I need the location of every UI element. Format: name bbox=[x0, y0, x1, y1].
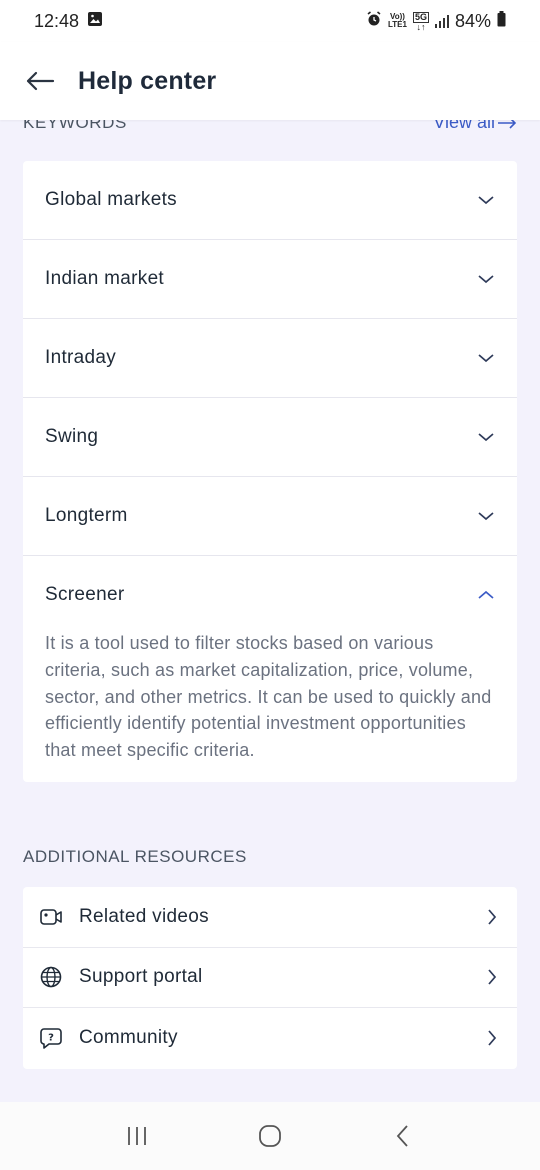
resources-label: ADDITIONAL RESOURCES bbox=[23, 847, 247, 866]
chevron-down-icon bbox=[478, 433, 494, 442]
alarm-icon bbox=[366, 10, 382, 32]
accordion-item-screener[interactable]: Screener It is a tool used to filter sto… bbox=[23, 556, 517, 782]
network-type: 5G bbox=[412, 11, 429, 23]
accordion-header[interactable]: Screener bbox=[23, 556, 517, 634]
recent-apps-icon bbox=[127, 1127, 146, 1145]
network-indicator: 5G ↓↑ bbox=[412, 11, 429, 32]
video-icon bbox=[40, 906, 62, 928]
accordion-header[interactable]: Intraday bbox=[23, 319, 517, 397]
accordion-item-global-markets[interactable]: Global markets bbox=[23, 161, 517, 240]
svg-text:?: ? bbox=[48, 1033, 54, 1044]
page-title: Help center bbox=[78, 66, 217, 95]
resource-title: Support portal bbox=[79, 966, 203, 988]
accordion-header[interactable]: Indian market bbox=[23, 240, 517, 318]
chevron-right-icon bbox=[488, 969, 497, 985]
accordion-title: Global markets bbox=[45, 189, 177, 210]
chevron-down-icon bbox=[478, 196, 494, 205]
resource-related-videos[interactable]: Related videos bbox=[23, 887, 517, 948]
chevron-down-icon bbox=[478, 275, 494, 284]
accordion-header[interactable]: Global markets bbox=[23, 161, 517, 239]
back-arrow-icon[interactable] bbox=[24, 65, 56, 97]
chevron-down-icon bbox=[478, 354, 494, 363]
content-area[interactable]: KEYWORDS View all Global markets Indian … bbox=[0, 120, 540, 1102]
keywords-accordion: Global markets Indian market Intraday Sw… bbox=[23, 161, 517, 782]
keywords-header: KEYWORDS View all bbox=[23, 120, 517, 133]
accordion-item-swing[interactable]: Swing bbox=[23, 398, 517, 477]
volte-indicator: Vo)) LTE1 bbox=[388, 13, 407, 29]
accordion-header[interactable]: Longterm bbox=[23, 477, 517, 555]
accordion-item-indian-market[interactable]: Indian market bbox=[23, 240, 517, 319]
accordion-title: Longterm bbox=[45, 505, 128, 526]
accordion-title: Intraday bbox=[45, 347, 117, 368]
chevron-down-icon bbox=[478, 512, 494, 521]
home-button[interactable] bbox=[250, 1116, 290, 1156]
question-chat-icon: ? bbox=[40, 1027, 62, 1050]
recent-apps-button[interactable] bbox=[117, 1116, 157, 1156]
volte-bottom: LTE1 bbox=[387, 20, 407, 29]
accordion-title: Screener bbox=[45, 584, 125, 605]
back-nav-icon bbox=[397, 1125, 408, 1147]
globe-icon bbox=[40, 966, 62, 988]
accordion-header[interactable]: Swing bbox=[23, 398, 517, 476]
app-header: Help center bbox=[0, 42, 540, 120]
status-bar: 12:48 Vo)) LTE1 5G ↓↑ 84% bbox=[0, 0, 540, 42]
arrow-right-icon bbox=[498, 120, 517, 129]
data-arrows-icon: ↓↑ bbox=[416, 21, 426, 32]
resource-title: Related videos bbox=[79, 905, 209, 927]
chevron-right-icon bbox=[488, 1030, 497, 1046]
status-left: 12:48 bbox=[34, 11, 103, 32]
battery-icon bbox=[497, 10, 506, 32]
chevron-up-icon bbox=[478, 590, 494, 599]
system-nav-bar bbox=[0, 1102, 540, 1170]
battery-level: 84% bbox=[454, 10, 491, 31]
gallery-notification-icon bbox=[87, 11, 103, 32]
resource-community[interactable]: ? Community bbox=[23, 1008, 517, 1069]
accordion-title: Indian market bbox=[45, 268, 165, 289]
signal-icon bbox=[434, 14, 449, 28]
accordion-item-intraday[interactable]: Intraday bbox=[23, 319, 517, 398]
view-all-label: View all bbox=[433, 120, 495, 132]
accordion-title: Swing bbox=[45, 426, 99, 447]
status-right: Vo)) LTE1 5G ↓↑ 84% bbox=[366, 10, 506, 32]
back-button[interactable] bbox=[383, 1116, 423, 1156]
accordion-item-longterm[interactable]: Longterm bbox=[23, 477, 517, 556]
accordion-body: It is a tool used to filter stocks based… bbox=[45, 633, 492, 761]
view-all-link[interactable]: View all bbox=[433, 120, 517, 133]
chevron-right-icon bbox=[488, 909, 497, 925]
home-icon bbox=[259, 1125, 281, 1147]
resources-list: Related videos Support portal ? Communit… bbox=[23, 887, 517, 1069]
resource-title: Community bbox=[79, 1027, 178, 1049]
keywords-label: KEYWORDS bbox=[23, 120, 127, 132]
status-time: 12:48 bbox=[34, 10, 80, 31]
resource-support-portal[interactable]: Support portal bbox=[23, 948, 517, 1008]
